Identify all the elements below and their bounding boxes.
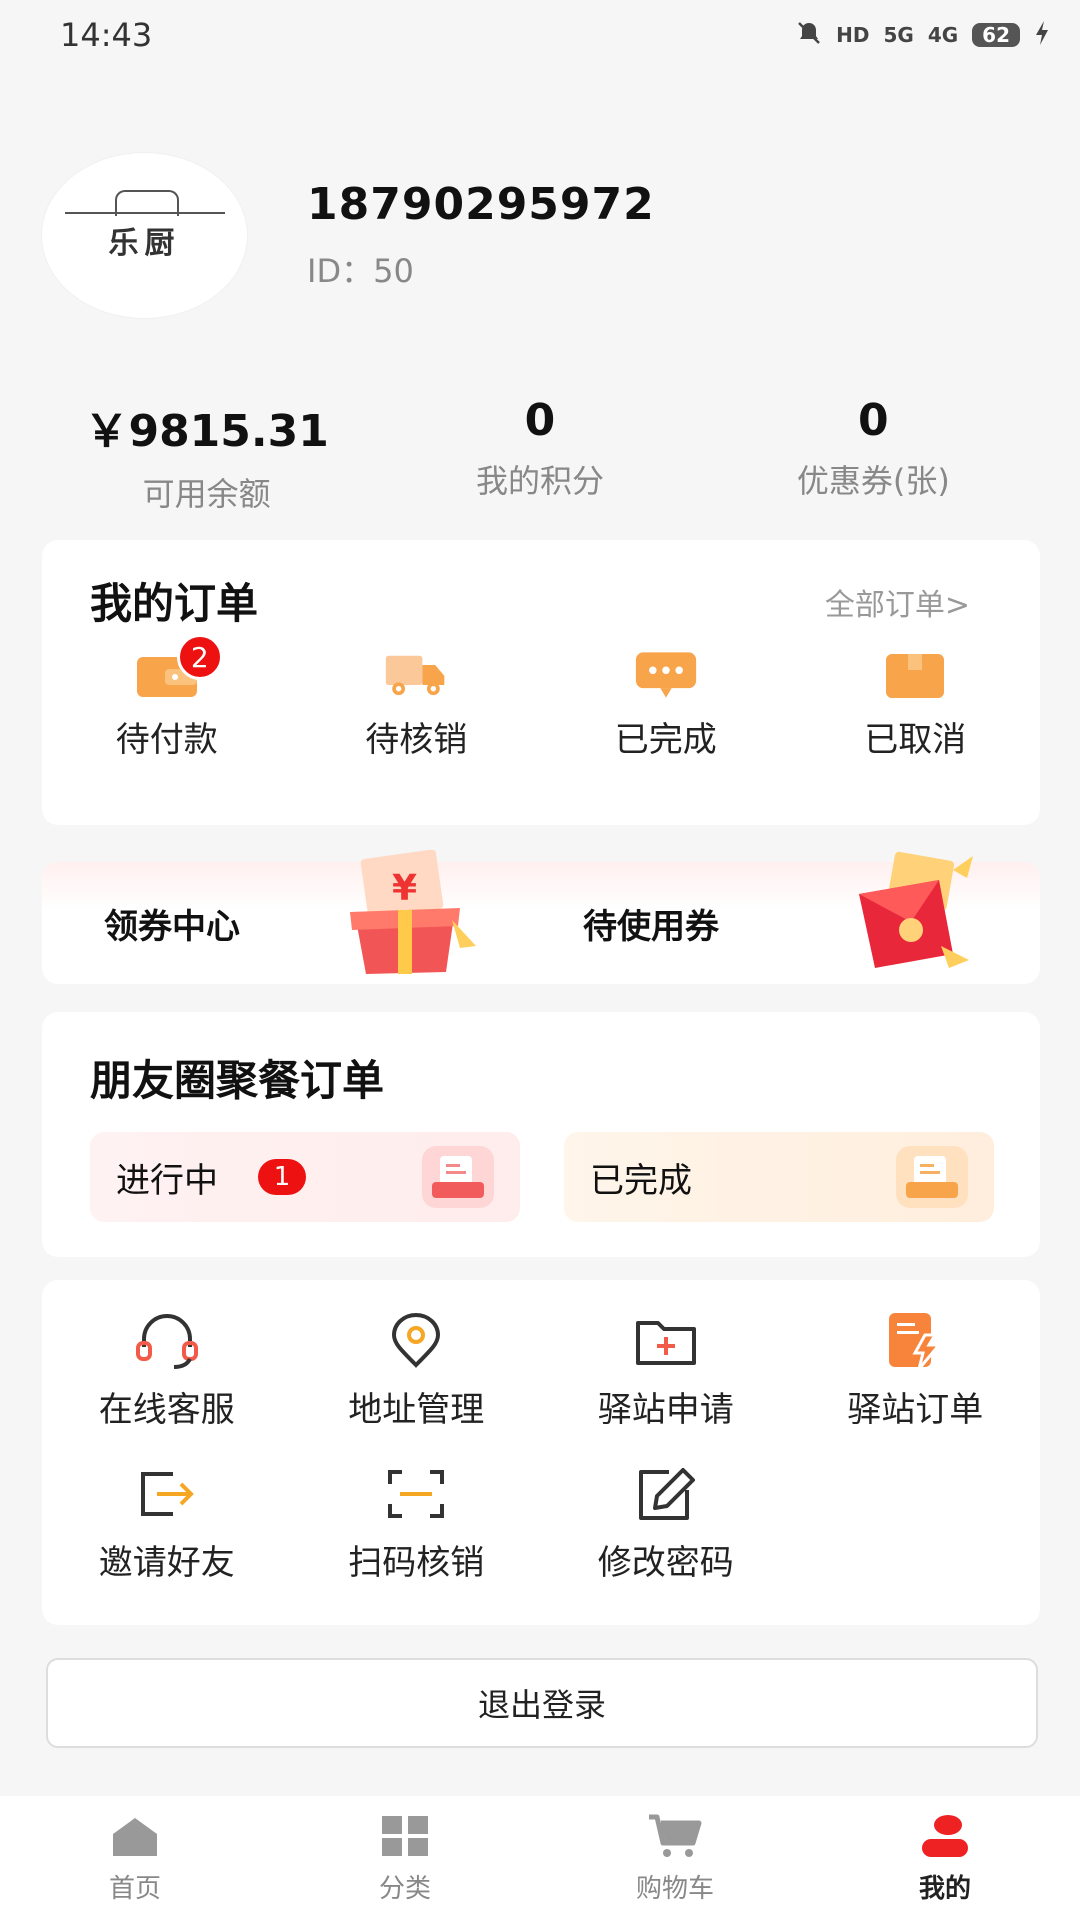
tab-home[interactable]: 首页 bbox=[0, 1796, 270, 1920]
friends-completed[interactable]: 已完成 bbox=[564, 1132, 994, 1222]
gift-box-icon: ¥ bbox=[342, 849, 482, 984]
order-completed-label: 已完成 bbox=[614, 720, 717, 760]
orders-card: 我的订单 全部订单> 2 待付款 待核销 已完成 已取消 bbox=[42, 540, 1040, 825]
truck-icon bbox=[384, 650, 448, 700]
tool-invite-friends[interactable]: 邀请好友 bbox=[42, 1463, 292, 1584]
pending-coupons-title: 待使用券 bbox=[583, 906, 719, 947]
status-bar: 14:43 HD 5G 4G 62 bbox=[0, 0, 1080, 70]
in-progress-badge: 1 bbox=[258, 1159, 306, 1195]
friends-completed-label: 已完成 bbox=[590, 1160, 692, 1201]
charging-icon bbox=[1034, 20, 1050, 51]
cart-icon bbox=[647, 1812, 703, 1860]
user-phone: 18790295972 bbox=[307, 178, 655, 230]
coupons-card: 领券中心 ¥ 待使用券 bbox=[42, 849, 1040, 984]
pending-payment-badge: 2 bbox=[176, 634, 223, 680]
folder-add-icon bbox=[631, 1310, 701, 1372]
box-icon bbox=[883, 650, 947, 700]
order-cancelled[interactable]: 已取消 bbox=[791, 650, 1041, 761]
tools-grid: 在线客服 地址管理 驿站申请 驿站订单 邀请好友 扫码核销 修改密码 bbox=[42, 1310, 1040, 1584]
friends-in-progress-label: 进行中 bbox=[116, 1160, 218, 1201]
network-4g: 4G bbox=[927, 23, 959, 47]
tools-card: 在线客服 地址管理 驿站申请 驿站订单 邀请好友 扫码核销 修改密码 bbox=[42, 1280, 1040, 1625]
scan-icon bbox=[381, 1463, 451, 1525]
tool-change-password[interactable]: 修改密码 bbox=[541, 1463, 791, 1584]
tool-invite-friends-label: 邀请好友 bbox=[98, 1543, 235, 1583]
stat-points-label: 我的积分 bbox=[475, 462, 604, 500]
network-5g: 5G bbox=[883, 23, 914, 47]
tool-change-password-label: 修改密码 bbox=[597, 1543, 734, 1583]
status-icons: HD 5G 4G 62 bbox=[796, 20, 1050, 51]
tab-mine[interactable]: 我的 bbox=[810, 1796, 1080, 1920]
tool-station-apply[interactable]: 驿站申请 bbox=[541, 1310, 791, 1431]
grid-icon bbox=[377, 1812, 433, 1860]
location-pin-icon bbox=[381, 1310, 451, 1372]
share-arrow-icon bbox=[132, 1463, 202, 1525]
tab-home-label: 首页 bbox=[108, 1873, 161, 1904]
order-status-row: 2 待付款 待核销 已完成 已取消 bbox=[42, 634, 1041, 761]
tool-scan-verify-label: 扫码核销 bbox=[348, 1543, 485, 1583]
stat-balance-label: 可用余额 bbox=[142, 475, 271, 513]
mute-bell-icon bbox=[796, 20, 822, 51]
headset-icon bbox=[132, 1310, 202, 1372]
order-cancelled-label: 已取消 bbox=[864, 720, 967, 760]
orders-title: 我的订单 bbox=[90, 579, 259, 628]
stat-points[interactable]: 0 我的积分 bbox=[373, 395, 706, 505]
profile-info: 18790295972 ID：50 bbox=[307, 179, 655, 292]
tool-online-service[interactable]: 在线客服 bbox=[42, 1310, 292, 1431]
document-bolt-icon bbox=[880, 1310, 950, 1372]
logout-button[interactable]: 退出登录 bbox=[46, 1658, 1038, 1748]
friends-dining-card: 朋友圈聚餐订单 进行中 1 已完成 bbox=[42, 1012, 1040, 1257]
tool-address-management[interactable]: 地址管理 bbox=[292, 1310, 542, 1431]
tab-category-label: 分类 bbox=[378, 1873, 431, 1904]
tool-online-service-label: 在线客服 bbox=[98, 1390, 235, 1430]
friends-in-progress[interactable]: 进行中 1 bbox=[90, 1132, 520, 1222]
status-time: 14:43 bbox=[60, 16, 153, 54]
logo-name: 乐厨 bbox=[108, 226, 181, 261]
chat-bubble-icon bbox=[634, 650, 698, 700]
edit-icon bbox=[631, 1463, 701, 1525]
tab-cart-label: 购物车 bbox=[635, 1873, 714, 1904]
order-pending-verification-label: 待核销 bbox=[365, 720, 468, 760]
account-stats: ￥9815.31 可用余额 0 我的积分 0 优惠券(张) bbox=[40, 395, 1040, 513]
profile-header: 乐厨 18790295972 ID：50 bbox=[42, 150, 1042, 320]
friends-dining-title: 朋友圈聚餐订单 bbox=[90, 1056, 385, 1105]
coupon-center[interactable]: 领券中心 ¥ bbox=[42, 849, 541, 984]
user-id: ID：50 bbox=[307, 246, 655, 292]
pending-coupons[interactable]: 待使用券 bbox=[541, 851, 1040, 984]
gift-currency-mark: ¥ bbox=[392, 868, 417, 909]
tool-station-orders[interactable]: 驿站订单 bbox=[791, 1310, 1041, 1431]
tab-mine-label: 我的 bbox=[918, 1873, 971, 1904]
order-pending-payment-label: 待付款 bbox=[115, 720, 218, 760]
brand-logo[interactable]: 乐厨 bbox=[42, 152, 247, 318]
logo-roof-mark bbox=[64, 190, 225, 214]
home-icon bbox=[107, 1812, 163, 1860]
user-id-value: 50 bbox=[373, 251, 414, 290]
tab-cart[interactable]: 购物车 bbox=[540, 1796, 810, 1920]
order-pending-payment[interactable]: 2 待付款 bbox=[42, 634, 292, 761]
stat-coupons[interactable]: 0 优惠券(张) bbox=[707, 395, 1040, 505]
battery-level: 62 bbox=[972, 23, 1020, 47]
red-envelope-icon bbox=[841, 850, 981, 984]
stat-coupons-label: 优惠券(张) bbox=[796, 462, 950, 500]
tool-scan-verify[interactable]: 扫码核销 bbox=[292, 1463, 542, 1584]
coupon-center-title: 领券中心 bbox=[104, 906, 240, 947]
all-orders-link[interactable]: 全部订单> bbox=[825, 580, 970, 624]
stat-balance-value: ￥9815.31 bbox=[84, 406, 329, 457]
hd-indicator: HD bbox=[836, 23, 870, 47]
tab-category[interactable]: 分类 bbox=[270, 1796, 540, 1920]
bottom-tab-bar: 首页 分类 购物车 我的 bbox=[0, 1796, 1080, 1920]
document-tray-icon bbox=[422, 1146, 494, 1208]
stat-points-value: 0 bbox=[524, 395, 556, 446]
user-id-label: ID： bbox=[307, 251, 374, 290]
order-completed[interactable]: 已完成 bbox=[541, 650, 791, 761]
tool-address-management-label: 地址管理 bbox=[348, 1390, 485, 1430]
stat-balance[interactable]: ￥9815.31 可用余额 bbox=[40, 395, 373, 513]
tool-station-orders-label: 驿站订单 bbox=[847, 1390, 984, 1430]
tool-station-apply-label: 驿站申请 bbox=[597, 1390, 734, 1430]
user-icon bbox=[917, 1812, 973, 1860]
stat-coupons-value: 0 bbox=[858, 395, 889, 446]
order-pending-verification[interactable]: 待核销 bbox=[292, 650, 542, 761]
document-tray-icon bbox=[896, 1146, 968, 1208]
